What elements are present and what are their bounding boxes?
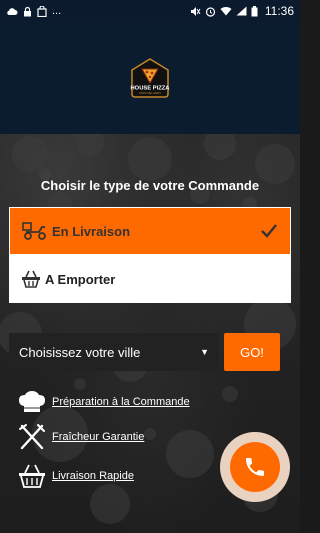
chef-hat-icon — [16, 387, 48, 417]
option-delivery-label: En Livraison — [52, 223, 131, 239]
cloud-icon — [7, 8, 18, 15]
fork-knife-icon — [16, 422, 48, 452]
logo-tagline: PIZZA DELIVERY — [139, 91, 161, 95]
wifi-icon — [220, 6, 232, 16]
city-select-value: Choisissez votre ville — [19, 344, 141, 360]
basket-icon — [16, 461, 48, 491]
battery-icon — [251, 5, 258, 16]
feature-fast-delivery-link[interactable]: Livraison Rapide — [52, 470, 134, 482]
feature-preparation: Préparation à la Commande — [16, 387, 190, 417]
call-button[interactable] — [220, 432, 290, 502]
signal-icon — [236, 6, 247, 16]
bag-icon — [37, 5, 47, 17]
basket-icon — [22, 270, 40, 288]
order-type-title: Choisir le type de votre Commande — [40, 178, 260, 193]
lock-icon — [24, 6, 31, 16]
feature-freshness: Fraîcheur Garantie — [16, 422, 144, 452]
status-overflow-dots: ... — [52, 5, 62, 17]
dropdown-caret-icon: ▼ — [200, 347, 209, 357]
option-takeaway[interactable]: A Emporter — [9, 255, 291, 303]
option-takeaway-label: A Emporter — [45, 271, 116, 287]
phone-icon — [246, 458, 264, 476]
feature-fast-delivery: Livraison Rapide — [16, 461, 134, 491]
status-time: 11:36 — [264, 4, 294, 18]
call-button-inner — [230, 442, 280, 492]
feature-freshness-link[interactable]: Fraîcheur Garantie — [52, 431, 144, 443]
alarm-icon — [205, 6, 215, 17]
app-header: HOUSE PIZZA PIZZA DELIVERY — [0, 22, 300, 134]
house-pizza-logo: HOUSE PIZZA PIZZA DELIVERY — [131, 58, 170, 98]
feature-preparation-link[interactable]: Préparation à la Commande — [52, 396, 190, 408]
go-button[interactable]: GO! — [224, 333, 280, 371]
status-bar: ... 11:36 — [0, 0, 300, 22]
city-select[interactable]: Choisissez votre ville ▼ — [9, 333, 219, 371]
scooter-icon — [22, 222, 46, 240]
mute-icon — [190, 6, 201, 16]
option-delivery[interactable]: En Livraison — [9, 207, 291, 255]
checkmark-icon — [261, 224, 277, 238]
